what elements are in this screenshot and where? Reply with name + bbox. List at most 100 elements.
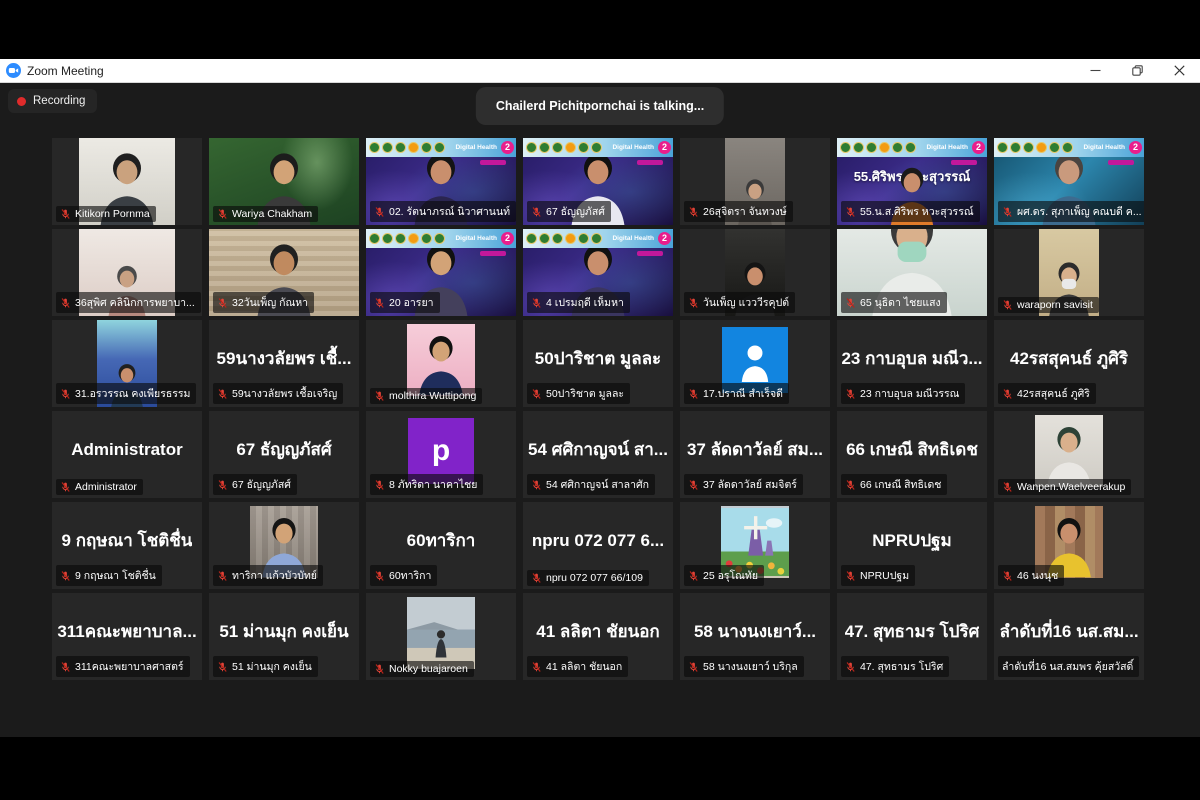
participant-tile[interactable]: 41 ลลิตา ชัยนอก 41 ลลิตา ชัยนอก — [523, 593, 673, 680]
digital-health-badge: 2 — [501, 232, 514, 245]
participant-display-name: 41 ลลิตา ชัยนอก — [536, 618, 659, 655]
participant-name-label: waraporn savisit — [998, 297, 1099, 313]
participant-tile[interactable]: 46 นงนุช — [994, 502, 1144, 589]
participant-tile[interactable]: วันเพ็ญ แวววีรคุปต์ — [680, 229, 830, 316]
mic-muted-icon — [217, 388, 228, 400]
banner-pill — [951, 160, 977, 165]
participant-name-text: Wanpen.Waelveerakup — [1017, 481, 1125, 493]
participant-tile[interactable]: Digital Health 2 ผศ.ดร. สุภาเพ็ญ คณบดี ค… — [994, 138, 1144, 225]
participant-display-name: 311คณะพยาบาล... — [57, 618, 196, 655]
participant-tile[interactable]: molthira Wuttipong — [366, 320, 516, 407]
participant-name-label: NPRUปฐม — [841, 565, 915, 586]
participant-name-label: ลำดับที่16 นส.สมพร คุ้ยสวัสดิ์ — [998, 656, 1139, 677]
participant-tile[interactable]: 25 อรุโณทัย — [680, 502, 830, 589]
participant-name-label: 41 ลลิตา ชัยนอก — [527, 656, 628, 677]
participant-tile[interactable]: 17.ปราณี สำเร็จดี — [680, 320, 830, 407]
participant-grid: Kitikorn Pornma Wariya Chakham Digital H… — [52, 138, 1144, 680]
participant-name-text: ผศ.ดร. สุภาเพ็ญ คณบดี ค... — [1017, 203, 1142, 220]
participant-name-label: 4 เปรมฤดี เห็มหา — [527, 292, 630, 313]
window-title: Zoom Meeting — [27, 64, 104, 78]
zoom-meeting-window: Zoom Meeting Recording Chailerd Pichitpo… — [0, 0, 1200, 800]
participant-display-name: 59นางวลัยพร เชื้... — [217, 345, 352, 382]
digital-health-banner: Digital Health 2 — [837, 138, 987, 157]
participant-name-label: 47. สุทธามร โปริศ — [841, 656, 949, 677]
active-speaker-toast: Chailerd Pichitpornchai is talking... — [476, 87, 724, 125]
participant-tile[interactable]: waraporn savisit — [994, 229, 1144, 316]
digital-health-banner: Digital Health 2 — [366, 229, 516, 248]
participant-tile[interactable]: 23 กาบอุบล มณีว... 23 กาบอุบล มณีวรรณ — [837, 320, 987, 407]
participant-tile[interactable]: 66 เกษณี สิทธิเดช 66 เกษณี สิทธิเดช — [837, 411, 987, 498]
participant-tile[interactable]: 58 นางนงเยาว์... 58 นางนงเยาว์ บริกุล — [680, 593, 830, 680]
participant-tile[interactable]: Nokky buajaroen — [366, 593, 516, 680]
restore-button[interactable] — [1116, 59, 1158, 82]
participant-name-text: 8 ภัทริดา นาคาไชย — [389, 476, 477, 493]
participant-name-label: 55.น.ส.ศิริพร หวะสุวรรณ์ — [841, 201, 980, 222]
participant-display-name: 42รสสุคนธ์ ภูศิริ — [1010, 345, 1128, 382]
participant-name-label: 67 ธัญญภัสศ์ — [527, 201, 611, 222]
banner-pill — [637, 251, 663, 256]
participant-tile[interactable]: 31.อรวรรณ คงเพียรธรรม — [52, 320, 202, 407]
participant-tile[interactable]: 65 นุธิดา ไชยแสง — [837, 229, 987, 316]
digital-health-banner-text: Digital Health — [1083, 144, 1125, 151]
participant-tile[interactable]: 47. สุทธามร โปริศ 47. สุทธามร โปริศ — [837, 593, 987, 680]
participant-tile[interactable]: p 8 ภัทริดา นาคาไชย — [366, 411, 516, 498]
person-silhouette — [1035, 420, 1103, 486]
participant-name-text: 4 เปรมฤดี เห็มหา — [546, 294, 624, 311]
participant-tile[interactable]: ลำดับที่16 นส.สม...ลำดับที่16 นส.สมพร คุ… — [994, 593, 1144, 680]
mic-muted-icon — [60, 297, 71, 309]
mic-muted-icon — [60, 661, 71, 673]
participant-name-text: 9 กฤษณา โชติชื่น — [75, 567, 156, 584]
minimize-button[interactable] — [1074, 59, 1116, 82]
participant-name-label: 8 ภัทริดา นาคาไชย — [370, 474, 483, 495]
participant-tile[interactable]: NPRUปฐม NPRUปฐม — [837, 502, 987, 589]
participant-display-name: ลำดับที่16 นส.สม... — [999, 618, 1138, 655]
participant-tile[interactable]: 37 ลัดดาวัลย์ สม... 37 ลัดดาวัลย์ สมจิตร… — [680, 411, 830, 498]
close-button[interactable] — [1158, 59, 1200, 82]
participant-name-label: 311คณะพยาบาลศาสตร์ — [56, 656, 190, 677]
participant-display-name: NPRUปฐม — [872, 527, 952, 564]
participant-name-text: 55.น.ส.ศิริพร หวะสุวรรณ์ — [860, 203, 974, 220]
participant-tile[interactable]: Administrator Administrator — [52, 411, 202, 498]
participant-tile[interactable]: 9 กฤษณา โชติชื่น 9 กฤษณา โชติชื่น — [52, 502, 202, 589]
participant-tile[interactable]: 42รสสุคนธ์ ภูศิริ 42รสสุคนธ์ ภูศิริ — [994, 320, 1144, 407]
recording-label: Recording — [33, 95, 85, 107]
participant-tile[interactable]: Wariya Chakham — [209, 138, 359, 225]
participant-tile[interactable]: Digital Health 2 55.ศิริพร หวะสุวรรณ์ 55… — [837, 138, 987, 225]
participant-tile[interactable]: Wanpen.Waelveerakup — [994, 411, 1144, 498]
participant-tile[interactable]: 60ทาริกา 60ทาริกา — [366, 502, 516, 589]
window-controls — [1074, 59, 1200, 82]
participant-name-label: npru 072 077 66/109 — [527, 570, 649, 586]
participant-tile[interactable]: Digital Health 2 4 เปรมฤดี เห็มหา — [523, 229, 673, 316]
participant-name-text: 25 อรุโณทัย — [703, 567, 758, 584]
participant-name-label: 50ปาริชาต มูลละ — [527, 383, 630, 404]
digital-health-badge: 2 — [501, 141, 514, 154]
participant-tile[interactable]: Digital Health 2 02. รัตนาภรณ์ นิวาศานนท… — [366, 138, 516, 225]
participant-tile[interactable]: 32วันเพ็ญ กัณหา — [209, 229, 359, 316]
participant-tile[interactable]: Digital Health 2 67 ธัญญภัสศ์ — [523, 138, 673, 225]
participant-name-text: 60ทาริกา — [389, 567, 431, 584]
participant-tile[interactable]: 311คณะพยาบาล... 311คณะพยาบาลศาสตร์ — [52, 593, 202, 680]
participant-tile[interactable]: npru 072 077 6... npru 072 077 66/109 — [523, 502, 673, 589]
participant-tile[interactable]: 54 ศศิกาญจน์ สา... 54 ศศิกาญจน์ สาลาศัก — [523, 411, 673, 498]
mic-muted-icon — [374, 390, 385, 402]
participant-tile[interactable]: 67 ธัญญภัสศ์ 67 ธัญญภัสศ์ — [209, 411, 359, 498]
participant-name-text: 65 นุธิดา ไชยแสง — [860, 294, 941, 311]
participant-name-label: วันเพ็ญ แวววีรคุปต์ — [684, 292, 795, 313]
participant-display-name: 47. สุทธามร โปริศ — [845, 618, 980, 655]
participant-tile[interactable]: 50ปาริชาต มูลละ 50ปาริชาต มูลละ — [523, 320, 673, 407]
participant-display-name: 37 ลัดดาวัลย์ สม... — [687, 436, 823, 473]
participant-tile[interactable]: ทาริกา แก้วบัวบัทย์ — [209, 502, 359, 589]
mic-muted-icon — [60, 208, 71, 220]
participant-display-name: 60ทาริกา — [407, 527, 476, 564]
participant-name-text: Administrator — [75, 481, 137, 493]
participant-tile[interactable]: 51 ม่านมุก คงเย็น 51 ม่านมุก คงเย็น — [209, 593, 359, 680]
participant-name-text: 51 ม่านมุก คงเย็น — [232, 658, 312, 675]
participant-tile[interactable]: 59นางวลัยพร เชื้... 59นางวลัยพร เชื้อเจร… — [209, 320, 359, 407]
participant-tile[interactable]: Digital Health 2 20 อารยา — [366, 229, 516, 316]
banner-pill — [480, 251, 506, 256]
participant-tile[interactable]: 36สุพิศ คลินิกการพยาบา... — [52, 229, 202, 316]
participant-tile[interactable]: Kitikorn Pornma — [52, 138, 202, 225]
mic-muted-icon — [1002, 388, 1013, 400]
participant-name-text: Wariya Chakham — [232, 208, 312, 220]
participant-tile[interactable]: 26สุจิตรา จันทวงษ์ — [680, 138, 830, 225]
